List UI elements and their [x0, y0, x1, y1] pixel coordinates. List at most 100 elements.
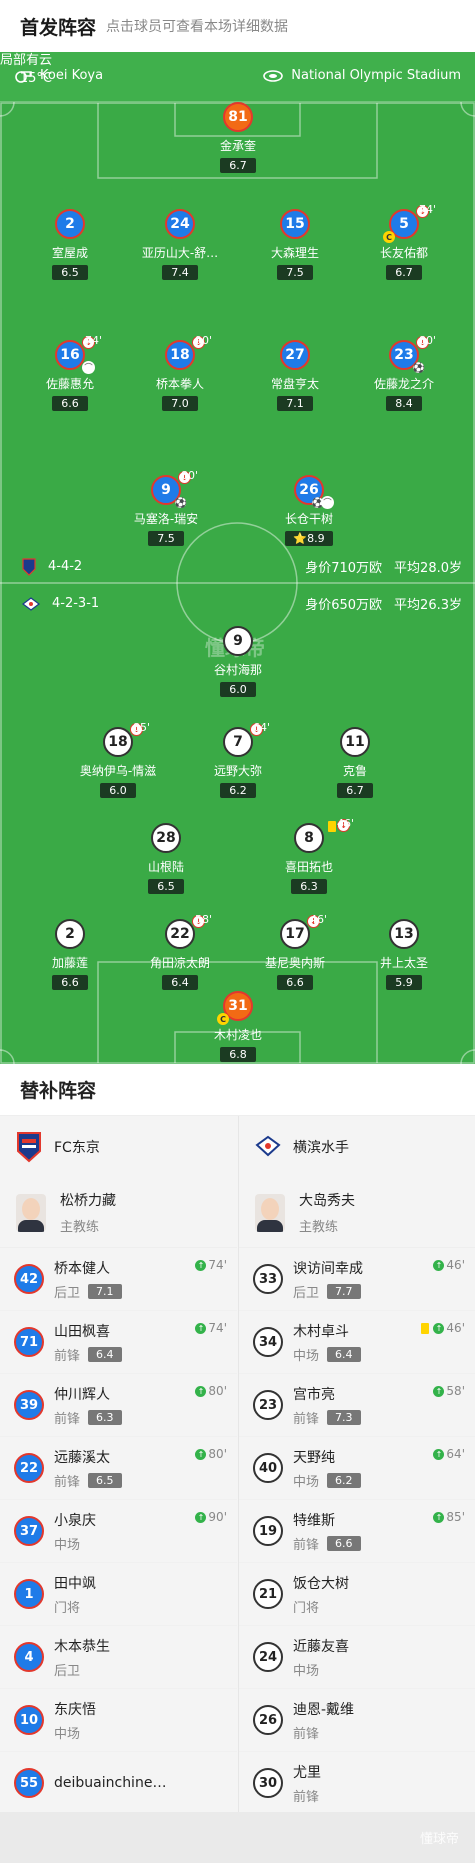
- player-home-rb[interactable]: 5 ↓ C 74' 长友佑都 6.7: [349, 203, 459, 280]
- player-home-st2[interactable]: 26 ⚽ ⌒ 长仓干树 ⭐8.9: [254, 475, 364, 546]
- sub-player-row[interactable]: 22 远藤溪太 前锋 6.5 ↑ 80': [0, 1437, 237, 1500]
- sub-player-row[interactable]: 10 东庆悟 中场: [0, 1689, 237, 1752]
- weather-text: 局部有云: [0, 53, 53, 68]
- sub-number: 55: [14, 1768, 44, 1798]
- match-info-bar: Koei Koya National Olympic Stadium: [0, 52, 475, 102]
- sub-player-row[interactable]: 23 宫市亮 前锋 7.3 ↑ 58': [239, 1374, 475, 1437]
- sub-player-row[interactable]: 71 山田枫喜 前锋 6.4 ↑ 74': [0, 1311, 237, 1374]
- home-team-summary: 4-4-2 身价710万欧 平均28.0岁: [22, 557, 462, 576]
- sub-name: 尤里: [293, 1764, 321, 1781]
- sub-minute: 85': [133, 721, 151, 734]
- player-number: 2: [55, 209, 85, 239]
- sub-in-minute: 74': [208, 1258, 227, 1272]
- player-number: 7 ↓: [223, 723, 263, 757]
- player-away-gk[interactable]: 31 C 木村凌也 6.8: [183, 991, 293, 1062]
- sub-position: 门将: [54, 1600, 81, 1616]
- player-home-cm2[interactable]: 27 常盘亨太 7.1: [240, 340, 350, 411]
- sub-player-row[interactable]: 21 饭仓大树 门将: [239, 1563, 475, 1626]
- sub-player-row[interactable]: 19 特维斯 前锋 6.6 ↑ 85': [239, 1500, 475, 1563]
- sub-number: 39: [14, 1390, 44, 1420]
- player-name: 金承奎: [219, 139, 256, 153]
- sub-player-row[interactable]: 33 谀访间幸成 后卫 7.7 ↑ 46': [239, 1248, 475, 1311]
- player-number: 16 ↓ ⌒: [55, 336, 95, 374]
- player-name: 亚历山大-舒…: [141, 246, 219, 260]
- player-away-rb[interactable]: 13 井上太圣 5.9: [349, 919, 459, 990]
- player-away-am[interactable]: 7 ↓ 64' 远野大弥 6.2: [183, 721, 293, 798]
- sub-in: ↑ 46': [433, 1258, 465, 1272]
- sub-player-row[interactable]: 39 仲川辉人 前锋 6.3 ↑ 80': [0, 1374, 237, 1437]
- sub-name: 天野纯: [293, 1449, 335, 1466]
- player-rating: 6.5: [52, 265, 88, 280]
- yokohama-logo-icon: [255, 1135, 281, 1157]
- player-name: 马塞洛-瑞安: [133, 512, 199, 526]
- player-number: 9 ↓ ⚽: [151, 471, 191, 509]
- away-coach[interactable]: 大岛秀夫 主教练: [239, 1178, 475, 1248]
- sub-position: 前锋: [293, 1411, 320, 1427]
- player-home-lb[interactable]: 2 室屋成 6.5: [15, 209, 125, 280]
- player-away-lb[interactable]: 2 加藤莲 6.6: [15, 919, 125, 990]
- sub-rating: 6.3: [88, 1409, 122, 1425]
- player-home-gk[interactable]: 81 金承奎 6.7: [183, 102, 293, 173]
- fc-tokyo-logo-icon: [22, 557, 36, 576]
- player-name: 奥纳伊乌-情滋: [79, 764, 157, 778]
- sub-player-row[interactable]: 26 迪恩-戴维 前锋: [239, 1689, 475, 1752]
- page-title: 首发阵容: [20, 16, 97, 39]
- player-number: 31 C: [217, 991, 253, 1025]
- sub-in: ↑ 90': [195, 1510, 227, 1524]
- page-header: 首发阵容 点击球员可查看本场详细数据: [0, 0, 475, 52]
- sub-rating: 7.1: [88, 1283, 122, 1299]
- sub-rating: 6.2: [327, 1472, 361, 1488]
- player-away-cb2[interactable]: 17 ↓ 46' 基尼奥内斯 6.6: [240, 913, 350, 990]
- player-name: 谷村海那: [213, 663, 262, 677]
- sub-player-row[interactable]: 1 田中飒 门将: [0, 1563, 237, 1626]
- sub-in-minute: 46': [446, 1258, 465, 1272]
- player-home-cm1[interactable]: 18 ↓ 90' 桥本拳人 7.0: [125, 334, 235, 411]
- sub-in-icon: ↑: [195, 1259, 207, 1271]
- sub-minute: 74': [85, 334, 103, 347]
- sub-player-row[interactable]: 37 小泉庆 中场 ↑ 90': [0, 1500, 237, 1563]
- player-rating: 8.4: [386, 396, 422, 411]
- player-rating: 6.6: [52, 396, 88, 411]
- player-away-dm1[interactable]: 28 山根陆 6.5: [111, 823, 221, 894]
- sub-player-row[interactable]: 42 桥本健人 后卫 7.1 ↑ 74': [0, 1248, 237, 1311]
- player-home-lm[interactable]: 16 ↓ ⌒ 74' 佐藤惠允 6.6: [15, 334, 125, 411]
- player-name: 木村凌也: [213, 1028, 262, 1042]
- away-club[interactable]: 横滨水手: [239, 1116, 475, 1178]
- sub-position: 前锋: [293, 1726, 320, 1742]
- player-away-lw[interactable]: 18 ↓ 85' 奥纳伊乌-情滋 6.0: [63, 721, 173, 798]
- player-away-st[interactable]: 9 谷村海那 6.0: [183, 626, 293, 697]
- player-away-dm2[interactable]: 8 ↓ 46' 喜田拓也 6.3: [254, 817, 364, 894]
- sub-player-row[interactable]: 30 尤里 前锋: [239, 1752, 475, 1815]
- sub-number: 42: [14, 1264, 44, 1294]
- sub-player-row[interactable]: 4 木本恭生 后卫: [0, 1626, 237, 1689]
- player-rating: 6.6: [52, 975, 88, 990]
- sub-name: 特维斯: [293, 1512, 335, 1529]
- player-away-cb1[interactable]: 22 ↓ 58' 角田凉太朗 6.4: [125, 913, 235, 990]
- player-rating: 6.7: [386, 265, 422, 280]
- sub-player-row[interactable]: 34 木村卓斗 中场 6.4 ↑ 46': [239, 1311, 475, 1374]
- sub-player-row[interactable]: 55 deibuainchine…: [0, 1752, 237, 1815]
- player-home-cb1[interactable]: 24 亚历山大-舒… 7.4: [125, 209, 235, 280]
- sub-number: 1: [14, 1579, 44, 1609]
- sub-position: 后卫: [54, 1285, 81, 1301]
- sub-position: 前锋: [54, 1411, 81, 1427]
- sub-position: 中场: [54, 1726, 81, 1742]
- home-value: 身价710万欧: [305, 561, 383, 576]
- sub-number: 37: [14, 1516, 44, 1546]
- away-formation: 4-2-3-1: [52, 596, 100, 611]
- home-sub-list: 42 桥本健人 后卫 7.1 ↑ 74' 71 山田枫喜 前锋 6.4 ↑ 74' 39 仲川辉人 前锋 6.…: [0, 1248, 237, 1815]
- sub-position: 前锋: [293, 1789, 320, 1805]
- yokohama-logo-icon: [22, 596, 40, 611]
- player-home-cb2[interactable]: 15 大森理生 7.5: [240, 209, 350, 280]
- home-age: 平均28.0岁: [394, 561, 462, 576]
- player-name: 长友佑都: [379, 246, 428, 260]
- home-coach[interactable]: 松桥力藏 主教练: [0, 1178, 237, 1248]
- player-away-rw[interactable]: 11 克鲁 6.7: [300, 727, 410, 798]
- away-value: 身价650万欧: [305, 598, 383, 613]
- sub-player-row[interactable]: 24 近藤友喜 中场: [239, 1626, 475, 1689]
- away-sub-list: 33 谀访间幸成 后卫 7.7 ↑ 46' 34 木村卓斗 中场 6.4 ↑ 46' 23 宫市亮 前锋 7.…: [239, 1248, 475, 1815]
- player-home-st1[interactable]: 9 ↓ ⚽ 80' 马塞洛-瑞安 7.5: [111, 469, 221, 546]
- player-home-rm[interactable]: 23 ↓ ⚽ 80' 佐藤龙之介 8.4: [349, 334, 459, 411]
- home-club[interactable]: FC东京: [0, 1116, 237, 1178]
- sub-player-row[interactable]: 40 天野纯 中场 6.2 ↑ 64': [239, 1437, 475, 1500]
